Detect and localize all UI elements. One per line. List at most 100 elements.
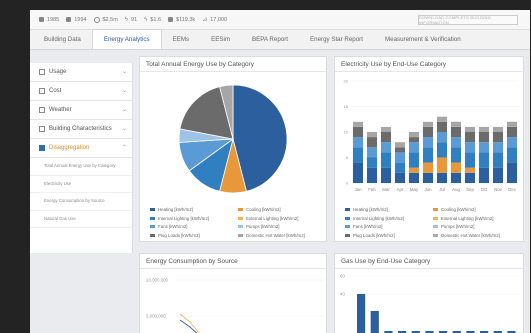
bar-segment[interactable] — [366, 167, 378, 183]
bar-segment[interactable] — [478, 132, 490, 143]
bar-segment[interactable] — [492, 152, 504, 168]
bar-segment[interactable] — [492, 167, 504, 183]
bar-segment[interactable] — [422, 126, 434, 138]
bar-segment[interactable] — [506, 121, 518, 127]
gas-bar[interactable] — [370, 311, 379, 333]
bar-segment[interactable] — [436, 157, 448, 173]
bar-segment[interactable] — [422, 162, 434, 173]
bar-segment[interactable] — [394, 152, 406, 163]
tab-bepa-report[interactable]: BEPA Report — [241, 29, 299, 49]
bar-segment[interactable] — [352, 121, 364, 127]
bar-segment[interactable] — [380, 152, 392, 168]
subitem-electricity-use[interactable]: Electricity Use — [30, 176, 132, 193]
bar-segment[interactable] — [366, 157, 378, 168]
bar-segment[interactable] — [422, 147, 434, 163]
subitem-energy-consumption-source[interactable]: Energy Consumption by Source — [30, 193, 132, 211]
disaggregation-checkbox[interactable] — [39, 145, 45, 151]
bar-segment[interactable] — [450, 121, 462, 127]
sidebar-item-weather[interactable]: Weather ⌄ — [30, 101, 132, 120]
bar-segment[interactable] — [408, 142, 420, 153]
bar-segment[interactable] — [436, 116, 448, 122]
bar-segment[interactable] — [450, 172, 462, 183]
sidebar-item-usage[interactable]: Usage ⌄ — [30, 63, 132, 82]
bar-segment[interactable] — [464, 167, 476, 173]
sidebar-item-building-characteristics[interactable]: Building Characteristics ⌄ — [30, 120, 132, 139]
legend-label: Heating [kWh/m2] — [353, 207, 388, 212]
bar-segment[interactable] — [436, 172, 448, 183]
bar-segment[interactable] — [492, 126, 504, 132]
tab-energy-star-report[interactable]: Energy Star Report — [299, 29, 374, 49]
weather-checkbox[interactable] — [39, 107, 45, 113]
bar-segment[interactable] — [366, 147, 378, 158]
bar-segment[interactable] — [408, 132, 420, 138]
bar-legend-item: External Lighting [kWh/m2] — [433, 216, 493, 221]
bar-segment[interactable] — [394, 142, 406, 148]
bar-segment[interactable] — [450, 126, 462, 138]
bar-segment[interactable] — [352, 162, 364, 183]
bar-legend-item: Pumps [kWh/m2] — [433, 224, 474, 229]
tab-energy-analytics[interactable]: Energy Analytics — [91, 29, 162, 49]
bar-segment[interactable] — [478, 126, 490, 132]
tab-building-data[interactable]: Building Data — [33, 29, 92, 49]
tab-measurement-verification[interactable]: Measurement & Verification — [374, 29, 472, 49]
bar-segment[interactable] — [464, 132, 476, 143]
tab-eems[interactable]: EEMs — [162, 29, 201, 49]
bar-segment[interactable] — [436, 121, 448, 132]
bar-segment[interactable] — [464, 172, 476, 183]
legend-swatch — [150, 208, 155, 211]
cost-checkbox[interactable] — [39, 88, 45, 94]
bar-segment[interactable] — [394, 147, 406, 153]
bar-segment[interactable] — [506, 147, 518, 163]
bar-segment[interactable] — [492, 142, 504, 153]
bar-segment[interactable] — [478, 167, 490, 183]
panel-energy-consumption-source: Energy Consumption by Source 10,000,000 5… — [139, 253, 327, 333]
bar-segment[interactable] — [464, 142, 476, 153]
tab-eesim[interactable]: EESim — [200, 29, 241, 49]
bar-segment[interactable] — [380, 167, 392, 183]
bar-segment[interactable] — [408, 172, 420, 183]
bar-segment[interactable] — [464, 152, 476, 168]
subitem-total-annual-energy[interactable]: Total Annual Energy Use by Category — [30, 158, 132, 176]
bar-segment[interactable] — [352, 126, 364, 138]
bar-segment[interactable] — [380, 142, 392, 153]
bar-segment[interactable] — [366, 132, 378, 138]
sidebar-item-cost[interactable]: Cost ⌄ — [30, 82, 132, 101]
bar-segment[interactable] — [506, 137, 518, 148]
legend-swatch — [433, 208, 438, 211]
bar-legend-item: Plug Loads [kWh/m2] — [345, 233, 395, 238]
bar-segment[interactable] — [464, 126, 476, 132]
bar-segment[interactable] — [352, 137, 364, 148]
bar-segment[interactable] — [478, 152, 490, 168]
bar-segment[interactable] — [436, 142, 448, 158]
bar-segment[interactable] — [380, 132, 392, 143]
bar-segment[interactable] — [436, 132, 448, 143]
divider — [140, 268, 326, 269]
sidebar-item-disaggregation[interactable]: Disaggregation ⌃ — [30, 139, 132, 158]
bar-segment[interactable] — [506, 126, 518, 138]
bar-segment[interactable] — [450, 147, 462, 163]
bar-segment[interactable] — [492, 132, 504, 143]
bar-segment[interactable] — [408, 167, 420, 173]
bar-segment[interactable] — [408, 137, 420, 143]
bar-segment[interactable] — [408, 152, 420, 168]
bar-segment[interactable] — [478, 142, 490, 153]
bar-segment[interactable] — [422, 137, 434, 148]
bolt-icon: ϟ — [124, 16, 128, 23]
gas-bar[interactable] — [357, 294, 366, 333]
y-tick-label: 60 — [340, 274, 345, 279]
bar-segment[interactable] — [422, 121, 434, 127]
bar-segment[interactable] — [506, 162, 518, 183]
bar-segment[interactable] — [450, 137, 462, 148]
building-characteristics-checkbox[interactable] — [39, 126, 45, 132]
bar-segment[interactable] — [352, 147, 364, 163]
bar-segment[interactable] — [380, 126, 392, 132]
download-report-button[interactable]: DOWNLOAD COMPLETE BUILDING INFORMATION — [418, 15, 518, 25]
bar-segment[interactable] — [450, 162, 462, 173]
bar-segment[interactable] — [422, 172, 434, 183]
bar-segment[interactable] — [394, 172, 406, 183]
bar-segment[interactable] — [366, 137, 378, 148]
bar-segment[interactable] — [394, 162, 406, 173]
line-series[interactable] — [179, 313, 200, 333]
subitem-natural-gas-use[interactable]: Natural Gas Use — [30, 211, 132, 228]
usage-checkbox[interactable] — [39, 69, 45, 75]
